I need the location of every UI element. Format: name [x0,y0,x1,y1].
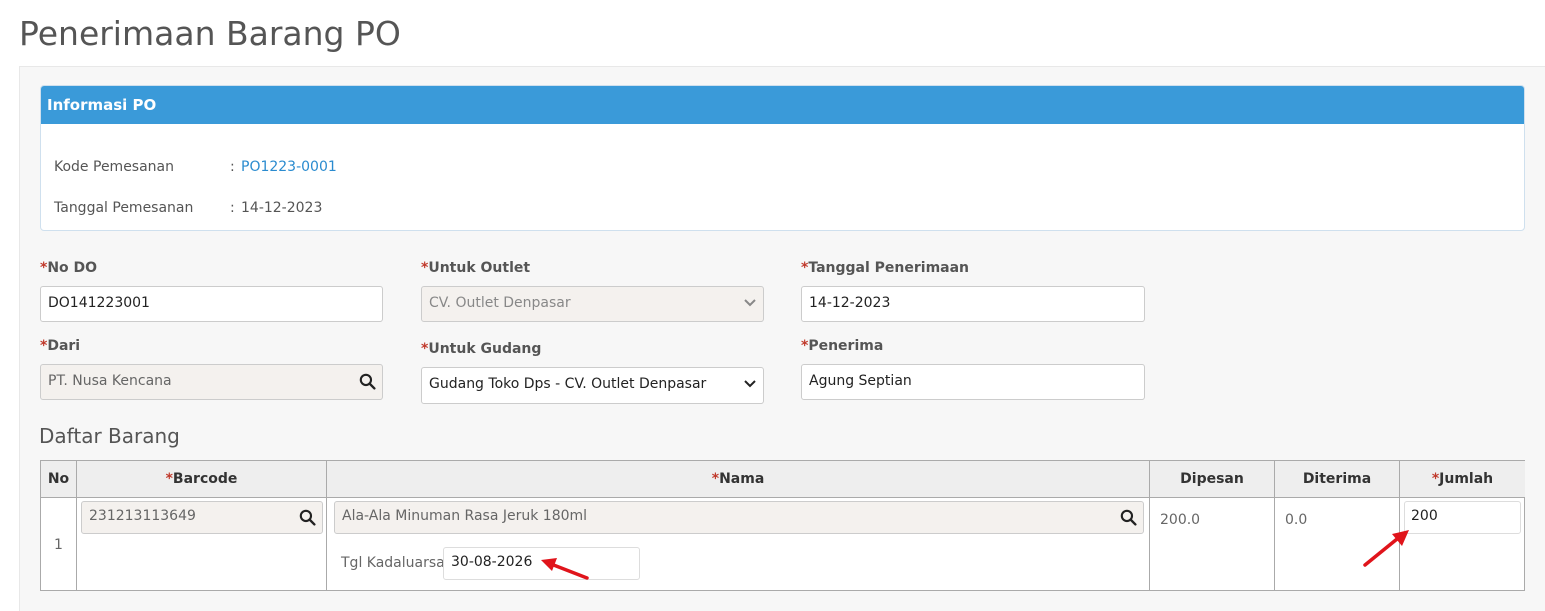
row-no: 1 [54,537,63,553]
col-header-barcode: *Barcode [77,461,327,498]
table-row-cell-dipesan: 200.0 [1150,498,1275,591]
main-content: Informasi PO Kode Pemesanan: PO1223-0001 … [19,66,1545,611]
col-header-nama: *Nama [327,461,1150,498]
tanggal-pemesanan-value: 14-12-2023 [241,200,323,216]
search-icon[interactable] [299,509,316,526]
red-arrow-icon [541,558,589,580]
untuk-outlet-select[interactable]: CV. Outlet Denpasar [421,286,764,322]
tanggal-pemesanan-label: Tanggal Pemesanan [54,200,194,216]
dari-label: *Dari [40,338,81,354]
table-row-cell-jumlah: 200 [1400,498,1525,591]
diterima-value: 0.0 [1285,512,1308,528]
tanggal-pemesanan-row: Tanggal Pemesanan:14-12-2023 [54,200,322,216]
untuk-gudang-label: *Untuk Gudang [421,341,542,357]
red-arrow-icon [1363,530,1409,567]
daftar-barang-table: No *Barcode *Nama Dipesan Diterima *Juml… [40,460,1525,591]
required-mark: * [711,471,720,487]
penerima-input[interactable]: Agung Septian [801,364,1145,400]
page-title: Penerimaan Barang PO [19,14,401,53]
daftar-barang-title: Daftar Barang [39,424,180,448]
info-po-panel: Informasi PO Kode Pemesanan: PO1223-0001 … [40,85,1525,231]
search-icon[interactable] [359,373,376,390]
barcode-value: 231213113649 [89,508,196,524]
search-icon[interactable] [1120,509,1137,526]
nama-value: Ala-Ala Minuman Rasa Jeruk 180ml [342,508,588,524]
table-row-cell-barcode: 231213113649 [77,498,327,591]
kode-pemesanan-label: Kode Pemesanan [54,159,175,175]
untuk-outlet-value: CV. Outlet Denpasar [429,295,571,311]
dari-value: PT. Nusa Kencana [48,373,172,389]
kode-pemesanan-row: Kode Pemesanan: PO1223-0001 [54,159,337,175]
dari-input[interactable]: PT. Nusa Kencana [40,364,383,400]
untuk-outlet-label: *Untuk Outlet [421,260,531,276]
table-row-cell-no: 1 [41,498,77,591]
nama-input[interactable]: Ala-Ala Minuman Rasa Jeruk 180ml [334,501,1144,534]
penerima-label: *Penerima [801,338,884,354]
no-do-input[interactable]: DO141223001 [40,286,383,322]
col-header-jumlah: *Jumlah [1400,461,1525,498]
colon: : [230,200,235,216]
table-row-cell-nama: Ala-Ala Minuman Rasa Jeruk 180ml Tgl Kad… [327,498,1150,591]
no-do-label: *No DO [40,260,98,276]
untuk-gudang-select[interactable]: Gudang Toko Dps - CV. Outlet Denpasar [421,367,764,404]
col-header-diterima: Diterima [1275,461,1400,498]
tanggal-penerimaan-input[interactable]: 14-12-2023 [801,286,1145,322]
colon: : [230,159,235,175]
chevron-down-icon [744,380,756,388]
dipesan-value: 200.0 [1160,512,1201,528]
jumlah-input[interactable]: 200 [1404,501,1521,534]
tanggal-penerimaan-label: *Tanggal Penerimaan [801,260,970,276]
untuk-gudang-value: Gudang Toko Dps - CV. Outlet Denpasar [429,376,707,392]
barcode-input[interactable]: 231213113649 [81,501,323,534]
col-header-no: No [41,461,77,498]
tgl-kadaluarsa-label: Tgl Kadaluarsa [341,555,445,571]
required-mark: * [165,471,173,487]
info-po-heading: Informasi PO [41,86,1524,124]
chevron-down-icon [744,299,756,307]
kode-pemesanan-link[interactable]: PO1223-0001 [241,159,337,175]
col-header-dipesan: Dipesan [1150,461,1275,498]
